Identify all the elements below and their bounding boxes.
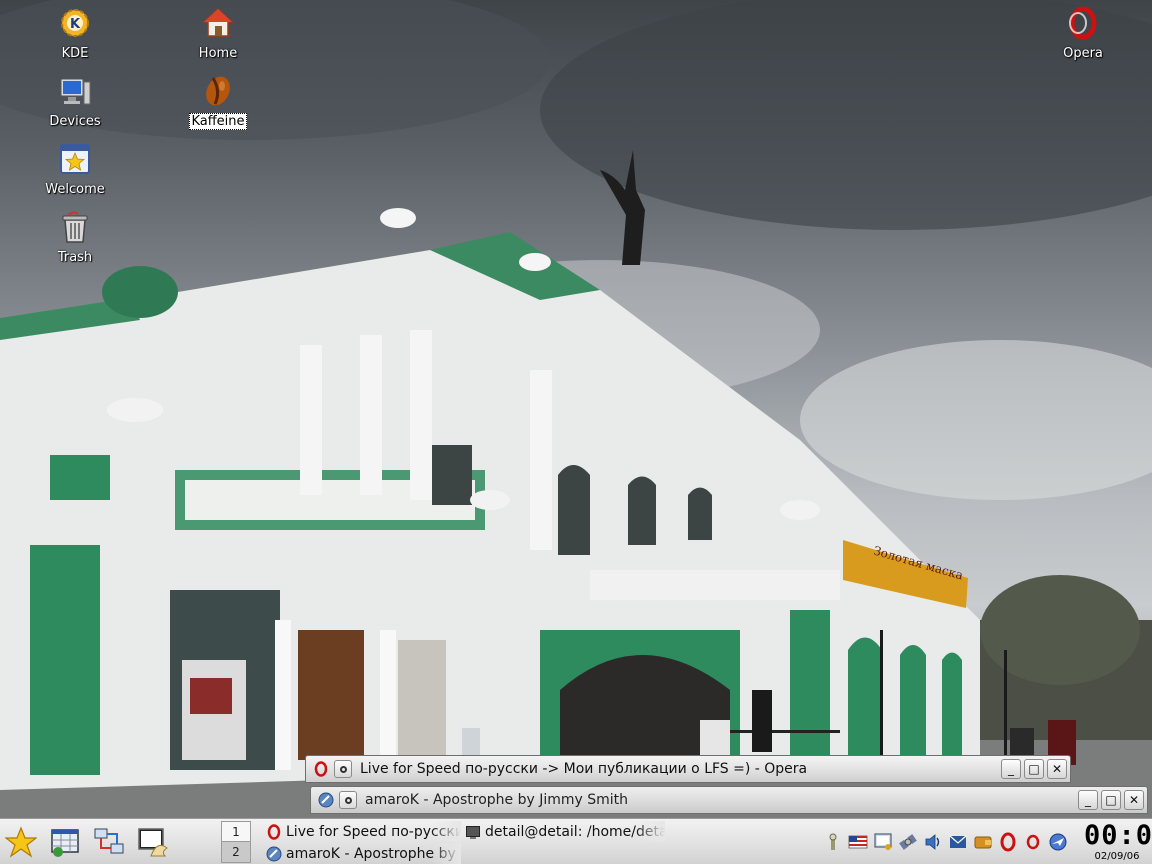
tray-volume[interactable] [922, 831, 944, 853]
tray-network-monitor[interactable] [1047, 831, 1069, 853]
amarok-icon [266, 846, 282, 861]
plane-icon [1049, 833, 1067, 851]
clock-date: 02/09/06 [1094, 851, 1140, 862]
clock-time: 00:07 [1084, 820, 1152, 851]
desktop-wallpaper: Золотая маска [0, 0, 1152, 864]
tray-opera[interactable] [997, 831, 1019, 853]
desktop-icon-home[interactable]: Home [176, 6, 260, 61]
mail-icon [949, 835, 967, 848]
desktop-icon-label: Home [198, 46, 238, 61]
opera-icon [267, 823, 281, 840]
us-flag-icon [848, 835, 868, 849]
tray-klipper[interactable] [822, 831, 844, 853]
opera-window-titlebar[interactable]: Live for Speed по-русски -> Мои публикац… [305, 755, 1071, 783]
close-button[interactable]: ✕ [1047, 759, 1067, 779]
opera-small-icon [1026, 834, 1040, 850]
trash-icon [62, 211, 88, 243]
opera-window-icon[interactable] [312, 760, 330, 778]
computer-icon [60, 78, 91, 105]
tray-mail[interactable] [947, 831, 969, 853]
desktop-icon-label: Welcome [45, 182, 105, 197]
desktop-grid-icon [51, 829, 79, 857]
pager-desktop-1[interactable]: 1 [222, 822, 250, 842]
taskbar-item-konsole[interactable]: detail@detail: /home/detail [465, 821, 665, 842]
amarok-window-icon[interactable] [317, 791, 335, 809]
opera-icon [1069, 6, 1097, 40]
sticky-button[interactable] [339, 791, 357, 809]
tray-satellite[interactable] [897, 831, 919, 853]
tray-device-notifier[interactable] [872, 831, 894, 853]
kde-gear-icon: K [61, 9, 89, 37]
window-title: amaroK - Apostrophe by Jimmy Smith [365, 792, 629, 808]
konsole-launcher[interactable] [135, 824, 171, 860]
welcome-star-icon [60, 144, 90, 174]
wallet-icon [974, 836, 992, 849]
network-launcher[interactable] [91, 824, 127, 860]
speaker-icon [925, 834, 940, 850]
coffee-bean-icon [206, 76, 230, 106]
terminal-icon [466, 825, 480, 839]
tray-wallet[interactable] [972, 831, 994, 853]
kmenu-star-icon [5, 826, 37, 858]
minimize-button[interactable]: _ [1078, 790, 1098, 810]
close-button[interactable]: ✕ [1124, 790, 1144, 810]
minimize-button[interactable]: _ [1001, 759, 1021, 779]
window-title: Live for Speed по-русски -> Мои публикац… [360, 761, 808, 777]
tray-opera-mail[interactable] [1022, 831, 1044, 853]
kmenu-button[interactable] [3, 824, 39, 860]
desktop-pager: 1 2 [221, 821, 251, 863]
maximize-button[interactable]: □ [1101, 790, 1121, 810]
desktop-icon-label: Devices [49, 114, 101, 129]
monitor-icon [874, 833, 892, 850]
desktop-icon-label: Kaffeine [189, 113, 247, 130]
desktop-icon-label: Trash [57, 250, 93, 265]
taskbar-item-amarok[interactable]: amaroK - Apostrophe by Jimmy Smith [266, 843, 461, 864]
sticky-button[interactable] [334, 760, 352, 778]
taskbar-item-opera[interactable]: Live for Speed по-русски [266, 821, 461, 842]
clipboard-icon [829, 833, 837, 850]
tray-keyboard-layout[interactable] [847, 831, 869, 853]
amarok-window-titlebar[interactable]: amaroK - Apostrophe by Jimmy Smith _ □ ✕ [310, 786, 1148, 814]
satellite-icon [899, 834, 917, 850]
desktop-icon-label: Opera [1063, 46, 1103, 61]
terminal-shell-icon [138, 828, 168, 857]
wallpaper-photo [0, 0, 1152, 864]
pager-desktop-2[interactable]: 2 [222, 842, 250, 862]
opera-icon [1000, 832, 1016, 852]
desktop-icon-kde[interactable]: K KDE [33, 6, 117, 61]
network-icon [94, 828, 124, 854]
panel-clock[interactable]: 00:07 02/09/06 [1084, 820, 1152, 863]
desktop-icon-opera[interactable]: Opera [1041, 6, 1125, 61]
system-tray [822, 829, 1072, 855]
desktop-icon-devices[interactable]: Devices [33, 74, 117, 129]
desktop-icon-trash[interactable]: Trash [33, 210, 117, 265]
svg-text:K: K [70, 17, 81, 32]
home-icon [202, 7, 234, 37]
desktop-icon-label: KDE [61, 46, 89, 61]
maximize-button[interactable]: □ [1024, 759, 1044, 779]
kicker-panel: 1 2 Live for Speed по-русски detail@deta… [0, 818, 1152, 864]
show-desktop-launcher[interactable] [47, 824, 83, 860]
desktop-icon-welcome[interactable]: Welcome [33, 142, 117, 197]
desktop-icon-kaffeine[interactable]: Kaffeine [176, 74, 260, 130]
